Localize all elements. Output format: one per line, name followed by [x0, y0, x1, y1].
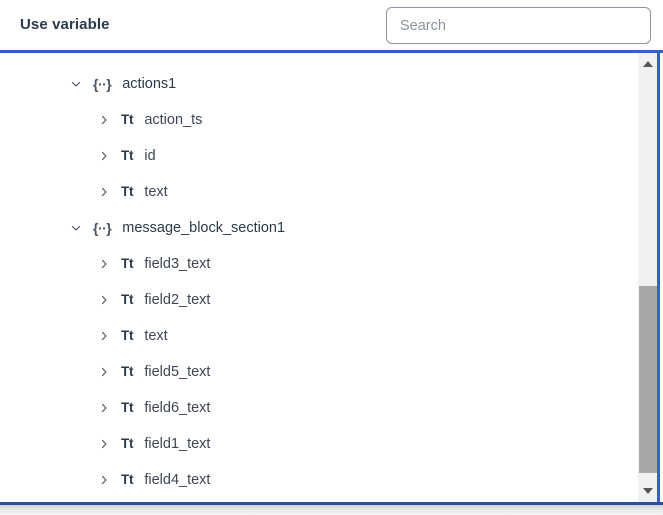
text-type-icon: Tt	[121, 112, 134, 128]
tree-item-label: text	[144, 183, 168, 200]
tree-group-row[interactable]: {··} actions1	[0, 66, 638, 102]
tree-item-label: text	[144, 327, 168, 344]
scrollbar-thumb[interactable]	[639, 286, 657, 473]
search-input[interactable]	[386, 7, 651, 44]
tree-item-row[interactable]: Tt id	[0, 138, 638, 174]
tree-item-row[interactable]: Tt field6_text	[0, 390, 638, 426]
picker-header: Use variable	[0, 0, 663, 50]
tree-item-label: message_block_section1	[122, 219, 286, 236]
text-type-icon: Tt	[121, 256, 134, 272]
tree-item-label: field1_text	[144, 435, 211, 452]
page-title: Use variable	[20, 16, 110, 33]
tree-item-row[interactable]: Tt text	[0, 318, 638, 354]
scroll-up-arrow[interactable]	[638, 55, 657, 73]
chevron-right-icon[interactable]	[96, 472, 112, 488]
tree-item-row[interactable]: Tt field3_text	[0, 246, 638, 282]
text-type-icon: Tt	[121, 436, 134, 452]
text-type-icon: Tt	[121, 328, 134, 344]
chevron-down-icon[interactable]	[68, 220, 84, 236]
text-type-icon: Tt	[121, 292, 134, 308]
tree-scrollbar[interactable]	[638, 53, 660, 502]
object-icon: {··}	[93, 220, 112, 236]
chevron-right-icon[interactable]	[96, 292, 112, 308]
use-variable-picker: Use variable {··}actions1Ttaction_tsTtid…	[0, 0, 663, 515]
tree-item-label: field5_text	[144, 363, 211, 380]
chevron-down-icon[interactable]	[68, 76, 84, 92]
tree-item-label: field3_text	[144, 255, 211, 272]
tree-item-row[interactable]: Tt action_ts	[0, 102, 638, 138]
chevron-right-icon[interactable]	[96, 364, 112, 380]
scroll-down-arrow-icon	[642, 488, 653, 494]
text-type-icon: Tt	[121, 400, 134, 416]
chevron-right-icon[interactable]	[96, 436, 112, 452]
tree-item-label: id	[144, 147, 156, 164]
panel-drop-shadow	[0, 505, 663, 515]
chevron-right-icon[interactable]	[96, 112, 112, 128]
chevron-right-icon[interactable]	[96, 148, 112, 164]
scroll-up-arrow-icon	[642, 61, 653, 67]
text-type-icon: Tt	[121, 184, 134, 200]
tree-item-label: actions1	[122, 75, 177, 92]
tree-item-row[interactable]: Tt field5_text	[0, 354, 638, 390]
object-icon: {··}	[93, 76, 112, 92]
tree-group-row[interactable]: {··} message_block_section1	[0, 210, 638, 246]
tree-item-row[interactable]: Tt field4_text	[0, 462, 638, 498]
text-type-icon: Tt	[121, 364, 134, 380]
tree-item-row[interactable]: Tt field2_text	[0, 282, 638, 318]
tree-item-label: field6_text	[144, 399, 211, 416]
chevron-right-icon[interactable]	[96, 328, 112, 344]
scroll-down-arrow[interactable]	[638, 482, 657, 500]
chevron-right-icon[interactable]	[96, 400, 112, 416]
chevron-right-icon[interactable]	[96, 184, 112, 200]
tree-item-label: field4_text	[144, 471, 211, 488]
tree-item-row[interactable]: Tt text	[0, 174, 638, 210]
tree-item-label: field2_text	[144, 291, 211, 308]
variable-tree[interactable]: {··} actions1 Tt action_ts Tt id Tt text {··} mes…	[0, 53, 638, 502]
chevron-right-icon[interactable]	[96, 256, 112, 272]
text-type-icon: Tt	[121, 472, 134, 488]
tree-item-label: action_ts	[144, 111, 203, 128]
tree-item-row[interactable]: Tt field1_text	[0, 426, 638, 462]
text-type-icon: Tt	[121, 148, 134, 164]
variable-tree-panel: {··} actions1 Tt action_ts Tt id Tt text {··} mes…	[0, 50, 663, 505]
